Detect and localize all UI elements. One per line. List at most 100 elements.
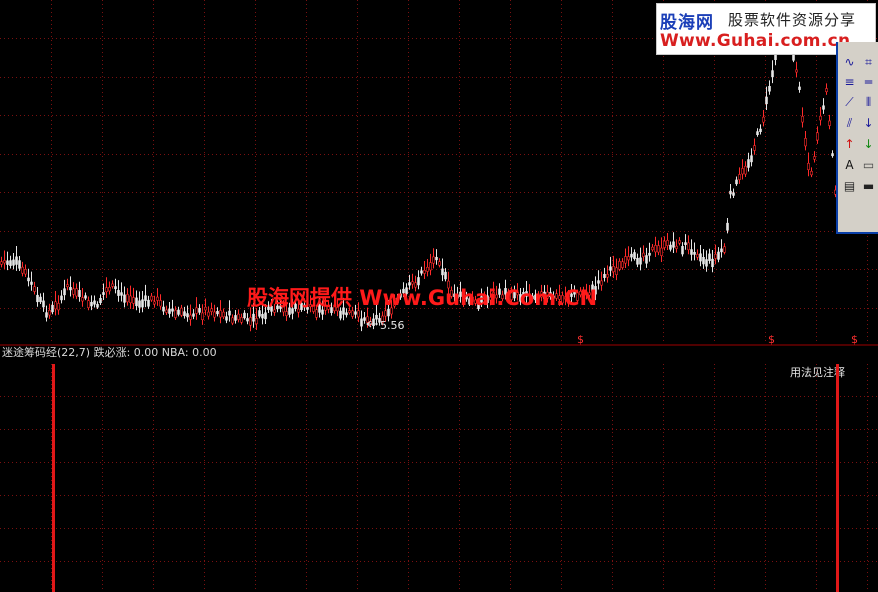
candle-body: [150, 295, 153, 301]
candle-body: [171, 308, 174, 312]
candle-body: [420, 270, 423, 274]
candle-body: [681, 246, 684, 255]
candle-body: [159, 300, 162, 307]
vertical-lines-icon[interactable]: ⦀: [860, 94, 877, 111]
candle-body: [0, 261, 3, 265]
candle-body: [273, 309, 276, 313]
candle-body: [633, 252, 636, 259]
candle-body: [762, 116, 765, 123]
candle-body: [738, 174, 741, 180]
chart-canvas[interactable]: 5.56 $ $ $ 股海网提供 Www.Guhai.Com.CN 迷途筹码经(…: [0, 0, 878, 592]
down-arrow-icon[interactable]: ↓: [860, 115, 877, 132]
candle-body: [21, 266, 24, 274]
candle-body: [660, 247, 663, 256]
candle-body: [750, 155, 753, 163]
candle-body: [735, 179, 738, 185]
brand-url: Www.Guhai.com.cn: [660, 31, 851, 51]
gann-icon[interactable]: ⌗: [860, 54, 877, 71]
ruler-icon[interactable]: ▬: [860, 178, 877, 195]
candle-body: [42, 300, 45, 308]
candle-body: [603, 273, 606, 278]
signal-mark: $: [851, 333, 858, 346]
candle-body: [819, 115, 822, 121]
candle-body: [57, 303, 60, 311]
candle-body: [339, 310, 342, 319]
candle-body: [246, 318, 249, 322]
candle-body: [723, 246, 726, 253]
text-icon[interactable]: A: [841, 157, 858, 174]
candle-body: [615, 267, 618, 275]
fibonacci-icon[interactable]: ≡: [841, 74, 858, 91]
candle-body: [639, 257, 642, 265]
candle-body: [417, 277, 420, 286]
candle-body: [216, 311, 219, 315]
candle-body: [66, 284, 69, 287]
candlestick-series[interactable]: [0, 17, 837, 332]
candle-body: [285, 311, 288, 316]
candle-body: [651, 246, 654, 251]
candle-body: [435, 256, 438, 261]
candle-body: [204, 306, 207, 311]
candle-body: [597, 280, 600, 284]
brand-slogan: 股票软件资源分享: [728, 11, 857, 29]
candle-body: [426, 267, 429, 272]
candle-body: [345, 312, 348, 316]
candle-body: [606, 274, 609, 278]
candle-body: [357, 310, 360, 318]
candle-body: [168, 308, 171, 314]
candle-body: [441, 268, 444, 276]
candle-body: [120, 292, 123, 296]
candle-body: [387, 308, 390, 317]
candle-body: [645, 255, 648, 264]
candle-body: [231, 317, 234, 324]
candle-body: [675, 245, 678, 249]
candle-body: [96, 303, 99, 308]
note-icon[interactable]: ▤: [841, 178, 858, 195]
candle-body: [138, 300, 141, 308]
candle-body: [198, 308, 201, 313]
candle-body: [600, 280, 603, 286]
candle-body: [756, 131, 759, 136]
candle-body: [759, 128, 762, 132]
candle-body: [222, 311, 225, 318]
candle-body: [666, 240, 669, 246]
trend-line-icon[interactable]: ⟋: [841, 94, 858, 111]
candle-body: [438, 261, 441, 266]
candle-body: [228, 310, 231, 316]
candle-body: [240, 317, 243, 323]
candle-body: [72, 288, 75, 295]
candle-body: [429, 262, 432, 271]
candle-body: [642, 252, 645, 257]
candle-body: [372, 318, 375, 327]
green-down-arrow-icon[interactable]: ↓: [860, 136, 877, 153]
candle-body: [75, 288, 78, 297]
candle-body: [432, 256, 435, 264]
candle-body: [684, 242, 687, 245]
candle-body: [411, 281, 414, 285]
fan-lines-icon[interactable]: ⫽: [841, 115, 858, 132]
candle-body: [831, 153, 834, 157]
candle-body: [78, 290, 81, 297]
candle-body: [423, 269, 426, 274]
candle-body: [84, 295, 87, 299]
candle-body: [114, 286, 117, 290]
candle-body: [321, 309, 324, 315]
up-arrow-icon[interactable]: ↑: [841, 136, 858, 153]
parallel-lines-icon[interactable]: ═: [860, 74, 877, 91]
candle-body: [219, 310, 222, 318]
candle-body: [108, 287, 111, 292]
candle-body: [717, 251, 720, 260]
candle-body: [693, 252, 696, 255]
candle-body: [702, 257, 705, 265]
wave-icon[interactable]: ∿: [841, 54, 858, 71]
candle-body: [315, 309, 318, 318]
brand-name: 股海网: [660, 13, 714, 33]
candle-body: [102, 292, 105, 295]
candle-body: [354, 311, 357, 315]
candle-body: [147, 299, 150, 307]
rectangle-icon[interactable]: ▭: [860, 157, 877, 174]
candle-body: [24, 269, 27, 275]
candle-body: [258, 310, 261, 317]
candle-body: [720, 248, 723, 253]
candle-body: [36, 294, 39, 303]
